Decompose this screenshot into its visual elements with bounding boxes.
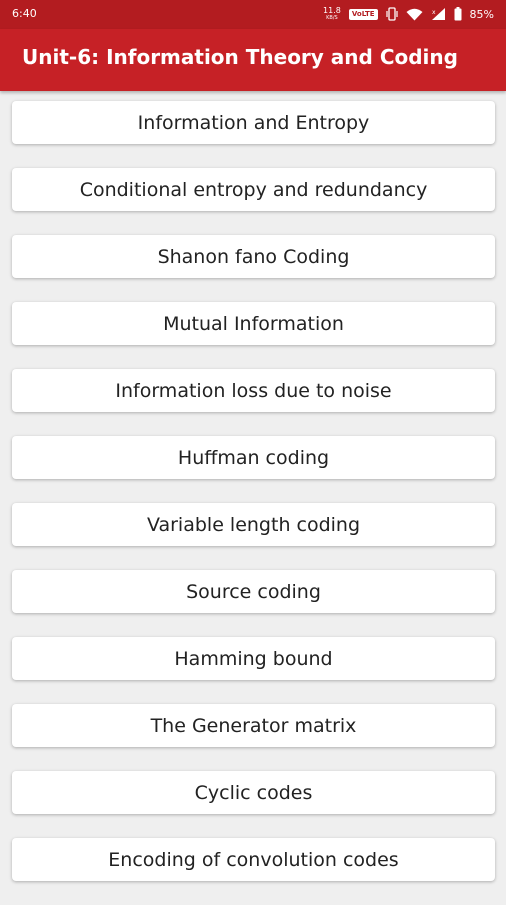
topic-item-mutual-information[interactable]: Mutual Information [12, 302, 495, 345]
topic-item-huffman-coding[interactable]: Huffman coding [12, 436, 495, 479]
topic-item-conditional-entropy[interactable]: Conditional entropy and redundancy [12, 168, 495, 211]
wifi-icon [406, 8, 423, 21]
status-icons: 11.8 KB/S VoLTE x 85% [323, 5, 494, 23]
vibrate-icon [385, 7, 398, 21]
topic-item-cyclic-codes[interactable]: Cyclic codes [12, 771, 495, 814]
topic-item-information-and-entropy[interactable]: Information and Entropy [12, 101, 495, 144]
topic-item-shanon-fano-coding[interactable]: Shanon fano Coding [12, 235, 495, 278]
battery-icon [454, 7, 462, 21]
topic-item-information-loss[interactable]: Information loss due to noise [12, 369, 495, 412]
status-bar: 6:40 11.8 KB/S VoLTE x 85% [0, 0, 506, 29]
volte-badge: VoLTE [348, 8, 378, 20]
topic-item-convolution-codes[interactable]: Encoding of convolution codes [12, 838, 495, 881]
network-speed: 11.8 KB/S [323, 6, 341, 22]
svg-text:x: x [432, 9, 436, 16]
app-bar: Unit-6: Information Theory and Coding [0, 29, 506, 91]
topic-item-variable-length-coding[interactable]: Variable length coding [12, 503, 495, 546]
page-title: Unit-6: Information Theory and Coding [22, 45, 458, 69]
network-speed-unit: KB/S [326, 15, 338, 21]
network-speed-value: 11.8 [323, 6, 341, 15]
topic-item-hamming-bound[interactable]: Hamming bound [12, 637, 495, 680]
battery-percent: 85% [469, 7, 494, 21]
signal-icon: x [431, 7, 446, 21]
status-time: 6:40 [12, 7, 37, 20]
topic-item-source-coding[interactable]: Source coding [12, 570, 495, 613]
topic-item-generator-matrix[interactable]: The Generator matrix [12, 704, 495, 747]
topic-list: Information and Entropy Conditional entr… [12, 101, 495, 905]
